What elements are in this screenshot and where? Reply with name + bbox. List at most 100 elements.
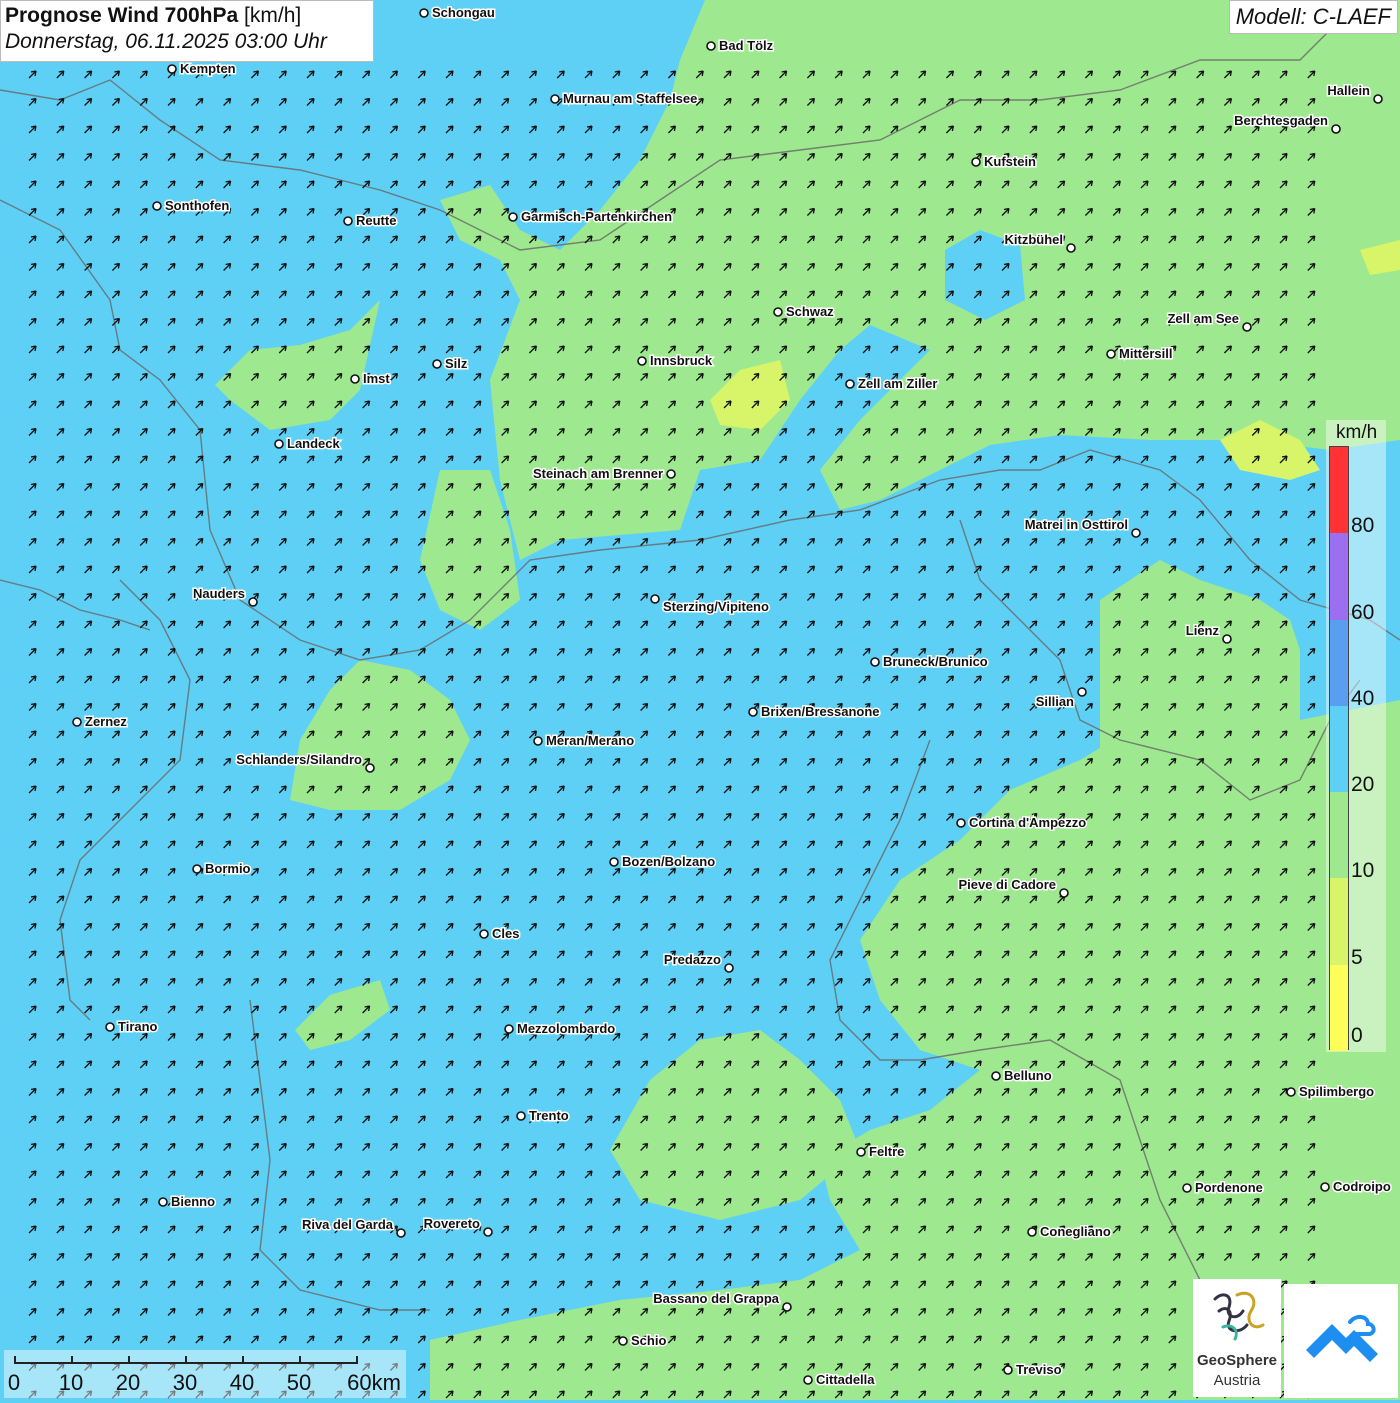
city-marker: Innsbruck — [637, 352, 714, 370]
geosphere-name: GeoSphere — [1196, 1352, 1278, 1369]
city-label: Schongau — [432, 5, 495, 20]
city-dot — [1320, 1182, 1330, 1192]
legend-tick-label: 10 — [1351, 859, 1375, 883]
city-label: Imst — [363, 371, 390, 386]
city-dot — [856, 1147, 866, 1157]
city-dot — [803, 1375, 813, 1385]
city-label: Meran/Merano — [546, 733, 634, 748]
legend-tick-label: 40 — [1351, 686, 1375, 710]
city-label: Cittadella — [816, 1372, 875, 1387]
city-dot — [870, 657, 880, 667]
legend-unit: km/h — [1336, 422, 1378, 443]
city-label: Zell am See — [1167, 311, 1239, 326]
city-label: Garmisch-Partenkirchen — [521, 209, 672, 224]
city-label: Cortina d'Ampezzo — [969, 815, 1086, 830]
city-label: Nauders — [193, 586, 245, 601]
city-label: Landeck — [287, 436, 341, 451]
map-title: Prognose Wind 700hPa [km/h] — [5, 4, 369, 28]
city-dot — [350, 374, 360, 384]
scale-label: 60km — [347, 1370, 401, 1395]
city-label: Kempten — [180, 61, 236, 76]
city-label: Steinach am Brenner — [533, 466, 663, 481]
forecast-datetime: Donnerstag, 06.11.2025 03:00 Uhr — [5, 30, 327, 53]
scale-tick — [185, 1356, 187, 1364]
city-label: Silz — [445, 356, 468, 371]
legend-segment — [1330, 878, 1348, 965]
city-marker: Meran/Merano — [533, 732, 636, 750]
legend-tick-label: 0 — [1351, 1024, 1363, 1047]
legend-color-bar — [1329, 446, 1349, 1051]
city-dot — [666, 469, 676, 479]
city-label: Matrei in Osttirol — [1025, 517, 1128, 532]
legend-tick-label: 5 — [1351, 945, 1363, 969]
model-label: Modell: C-LAEF — [1228, 0, 1398, 34]
city-dot — [516, 1111, 526, 1121]
geosphere-logo[interactable]: GeoSphere Austria — [1193, 1279, 1281, 1397]
city-label: Reutte — [356, 213, 396, 228]
city-label: Spilimbergo — [1299, 1084, 1374, 1099]
city-label: Cles — [492, 926, 519, 941]
city-marker: Sonthofen — [152, 197, 231, 215]
scale-bar: 0 10 20 30 40 50 60km — [4, 1350, 406, 1398]
city-label: Zernez — [85, 714, 127, 729]
city-dot — [396, 1228, 406, 1238]
city-dot — [1182, 1183, 1192, 1193]
city-dot — [637, 356, 647, 366]
city-marker: Murnau am Staffelsee — [550, 90, 699, 108]
city-dot — [167, 64, 177, 74]
wind-map[interactable]: Schongau Bad Tölz Kempten Murnau am Staffel… — [0, 0, 1400, 1400]
scale-label: 0 — [7, 1370, 21, 1395]
legend-tick-label: 60 — [1351, 600, 1375, 624]
scale-tick — [299, 1356, 301, 1364]
city-label: Kitzbühel — [1005, 232, 1064, 247]
city-marker: Bruneck/Brunico — [870, 653, 989, 671]
city-dot — [365, 763, 375, 773]
city-dot — [748, 707, 758, 717]
city-label: Riva del Garda — [302, 1217, 394, 1232]
city-dot — [650, 594, 660, 604]
city-dot — [483, 1227, 493, 1237]
city-label: Trento — [529, 1108, 569, 1123]
geosphere-sub: Austria — [1213, 1372, 1261, 1389]
city-label: Feltre — [869, 1144, 904, 1159]
city-dot — [991, 1071, 1001, 1081]
scale-tick — [356, 1356, 358, 1364]
city-dot — [1331, 124, 1341, 134]
city-dot — [782, 1302, 792, 1312]
city-label: Conegliano — [1040, 1224, 1111, 1239]
city-dot — [1077, 687, 1087, 697]
city-dot — [773, 307, 783, 317]
legend-segment — [1330, 447, 1348, 534]
city-label: Mezzolombardo — [517, 1021, 615, 1036]
city-marker: Mezzolombardo — [504, 1020, 617, 1038]
city-label: Belluno — [1004, 1068, 1052, 1083]
city-dot — [1106, 349, 1116, 359]
city-label: Bassano del Grappa — [653, 1291, 779, 1306]
city-label: Bad Tölz — [719, 38, 774, 53]
city-dot — [158, 1197, 168, 1207]
city-dot — [1286, 1087, 1296, 1097]
mountain-wind-icon — [1306, 1315, 1378, 1362]
title-box: Prognose Wind 700hPa [km/h] Donnerstag, … — [0, 0, 374, 62]
city-marker: Garmisch-Partenkirchen — [508, 208, 674, 226]
city-label: Bienno — [171, 1194, 215, 1209]
scale-label: 50 — [286, 1370, 312, 1395]
city-dot — [72, 717, 82, 727]
city-dot — [618, 1336, 628, 1346]
city-label: Innsbruck — [650, 353, 713, 368]
city-label: Schwaz — [786, 304, 834, 319]
city-dot — [724, 963, 734, 973]
city-label: Tirano — [118, 1019, 158, 1034]
city-dot — [479, 929, 489, 939]
city-label: Bruneck/Brunico — [883, 654, 988, 669]
city-label: Pieve di Cadore — [958, 877, 1056, 892]
city-dot — [192, 864, 202, 874]
city-dot — [152, 201, 162, 211]
city-label: Zell am Ziller — [858, 376, 937, 391]
city-marker: Brixen/Bressanone — [748, 703, 881, 721]
city-label: Sterzing/Vipiteno — [663, 599, 769, 614]
legend-segment — [1330, 705, 1348, 793]
app-logo[interactable] — [1284, 1284, 1398, 1398]
city-label: Schio — [631, 1333, 666, 1348]
city-dot — [845, 379, 855, 389]
